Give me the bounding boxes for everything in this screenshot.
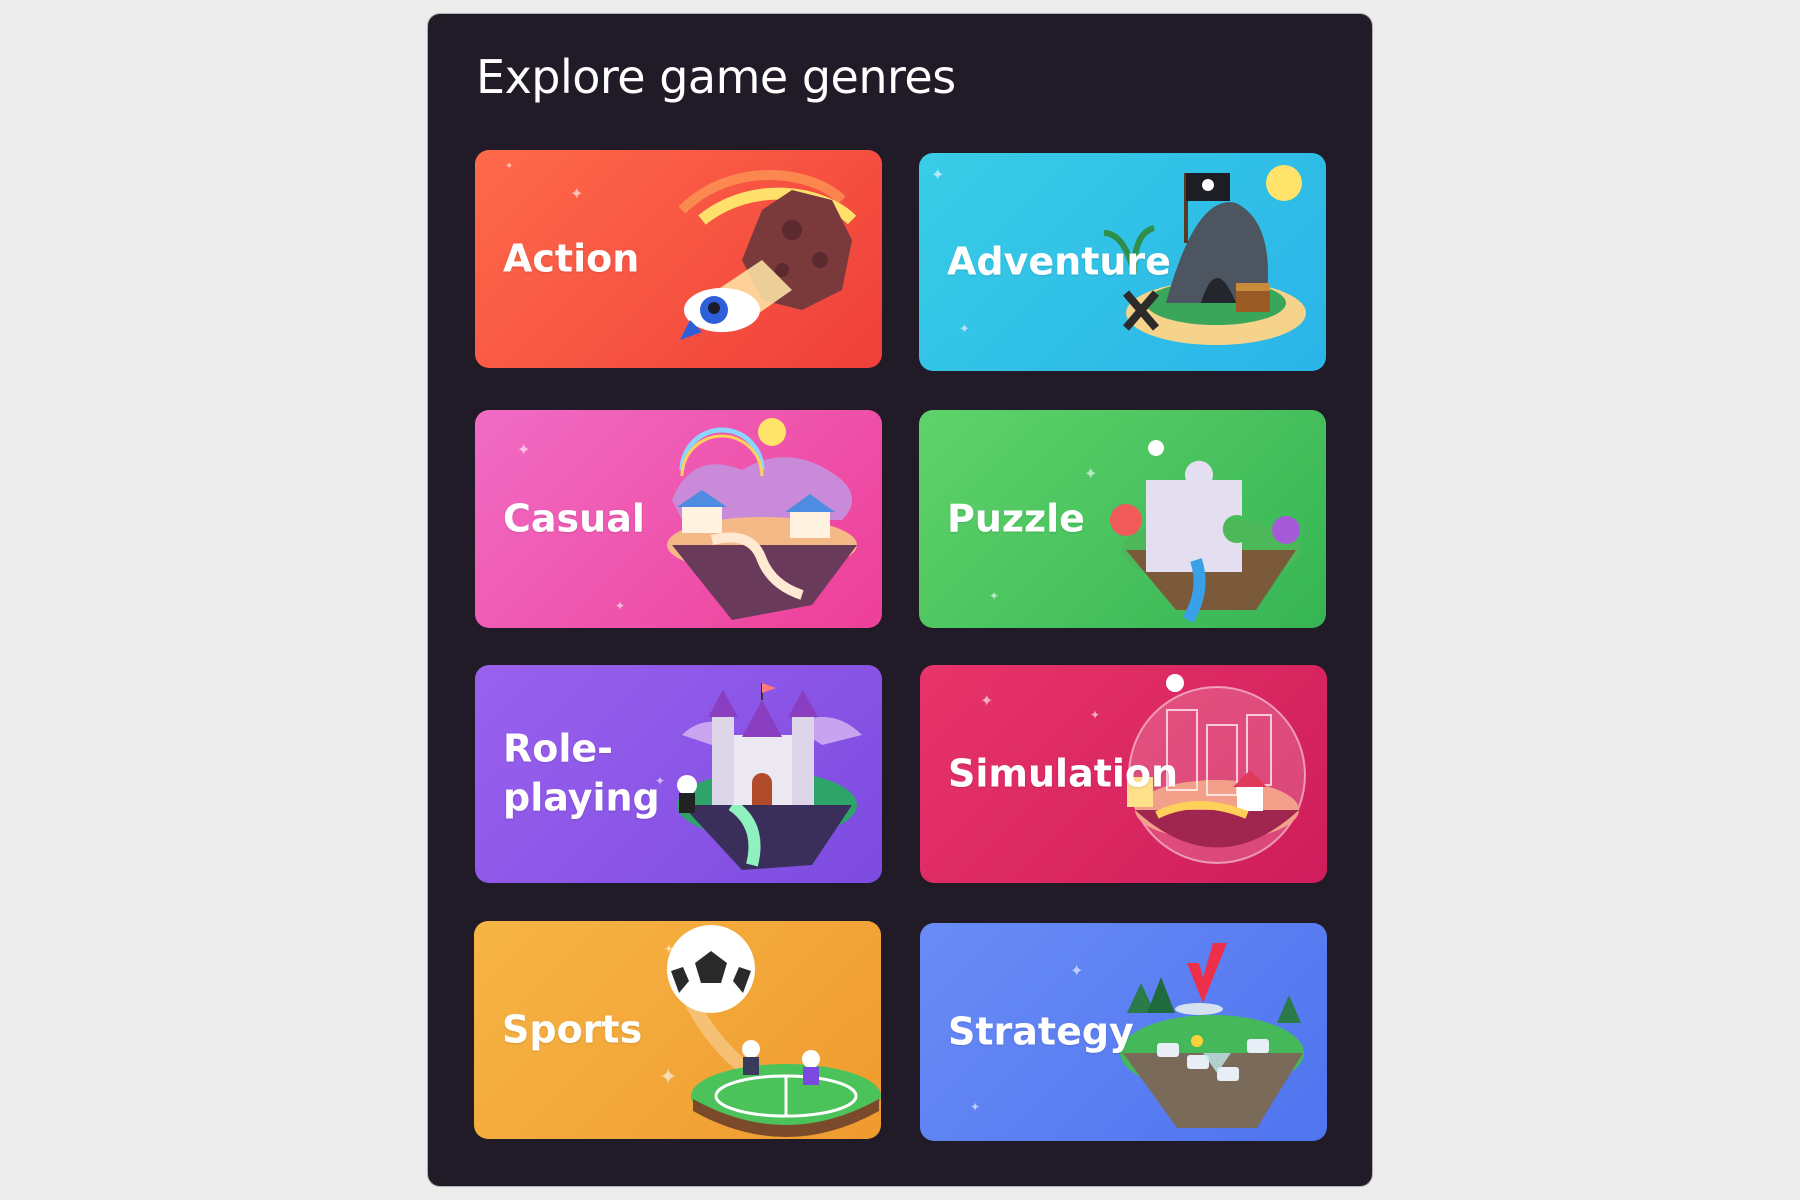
sparkle-icon: ✦ — [517, 440, 531, 459]
genre-label-role-playing: Role- playing — [503, 726, 660, 820]
genre-label-sports: Sports — [502, 1007, 643, 1052]
sparkle-icon: ✦ — [1070, 961, 1084, 980]
sparkle-icon: ✦ — [970, 1100, 981, 1114]
sparkle-icon: ✦ — [505, 161, 514, 172]
sparkle-icon: ✦ — [570, 184, 584, 203]
genre-card-action[interactable]: ✦ ✦ Action — [475, 150, 882, 368]
sparkle-icon: ✦ — [615, 599, 626, 613]
sparkle-icon: ✦ — [989, 589, 1000, 603]
genres-panel: Explore game genres ✦ ✦ Action ✦ ✦ Adven… — [428, 14, 1372, 1186]
soccer-field-icon — [641, 921, 881, 1139]
genre-card-role-playing[interactable]: ✦ Role- playing — [475, 665, 882, 883]
genre-card-simulation[interactable]: ✦ ✦ Simulation — [920, 665, 1327, 883]
panel-title: Explore game genres — [476, 50, 956, 104]
genre-card-sports[interactable]: ✦ ✦ Sports — [474, 921, 881, 1139]
genre-card-strategy[interactable]: ✦ ✦ Strategy — [920, 923, 1327, 1141]
genre-card-puzzle[interactable]: ✦ ✦ Puzzle — [919, 410, 1326, 628]
puzzle-piece-island-icon — [1086, 410, 1326, 628]
genre-card-adventure[interactable]: ✦ ✦ Adventure — [919, 153, 1326, 371]
genre-label-action: Action — [503, 236, 640, 281]
genre-label-casual: Casual — [503, 496, 645, 541]
genre-label-strategy: Strategy — [948, 1009, 1134, 1054]
rocket-asteroid-icon — [642, 150, 882, 368]
floating-village-icon — [642, 410, 882, 628]
genre-label-simulation: Simulation — [948, 751, 1179, 796]
genre-label-puzzle: Puzzle — [947, 496, 1085, 541]
castle-island-icon — [642, 665, 882, 883]
genre-label-adventure: Adventure — [947, 239, 1171, 284]
sparkle-icon: ✦ — [931, 165, 945, 184]
sparkle-icon: ✦ — [980, 691, 994, 710]
sparkle-icon: ✦ — [959, 322, 970, 337]
genre-card-casual[interactable]: ✦ ✦ Casual — [475, 410, 882, 628]
